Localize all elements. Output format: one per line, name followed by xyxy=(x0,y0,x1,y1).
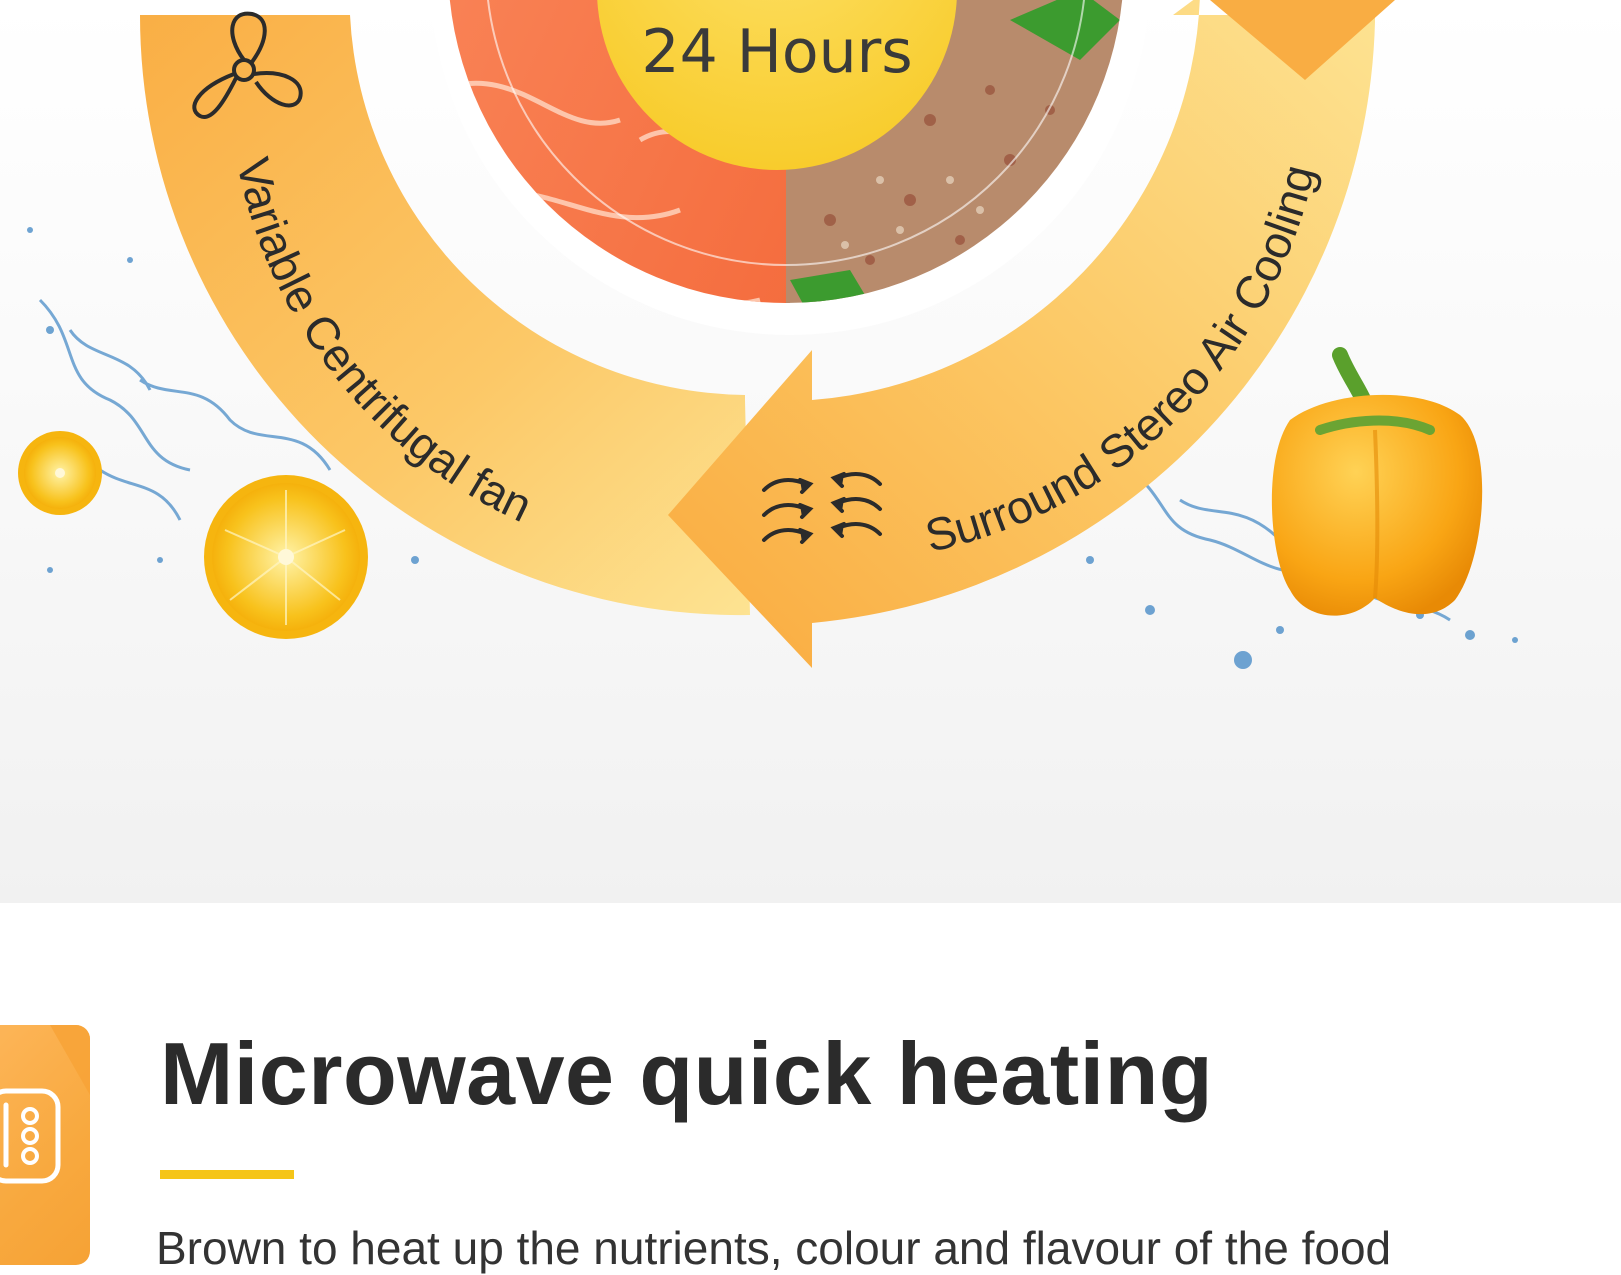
lemon-slice-small xyxy=(18,431,102,515)
hero-diagram: 24 Hours Variable Centrifugal fan Surrou… xyxy=(0,0,1621,903)
microwave-feature-badge xyxy=(0,1025,90,1265)
lemon-slice-large xyxy=(204,475,368,639)
duration-label: 24 Hours xyxy=(641,17,912,87)
bell-pepper xyxy=(1271,347,1483,616)
feature-description: Brown to heat up the nutrients, colour a… xyxy=(156,1222,1392,1274)
microwave-icon xyxy=(0,1025,90,1184)
feature-section: Microwave quick heating Brown to heat up… xyxy=(0,903,1621,1274)
title-underline xyxy=(160,1170,294,1179)
airflow-cycle-diagram: 24 Hours Variable Centrifugal fan Surrou… xyxy=(18,0,1518,669)
feature-title: Microwave quick heating xyxy=(160,1024,1214,1123)
